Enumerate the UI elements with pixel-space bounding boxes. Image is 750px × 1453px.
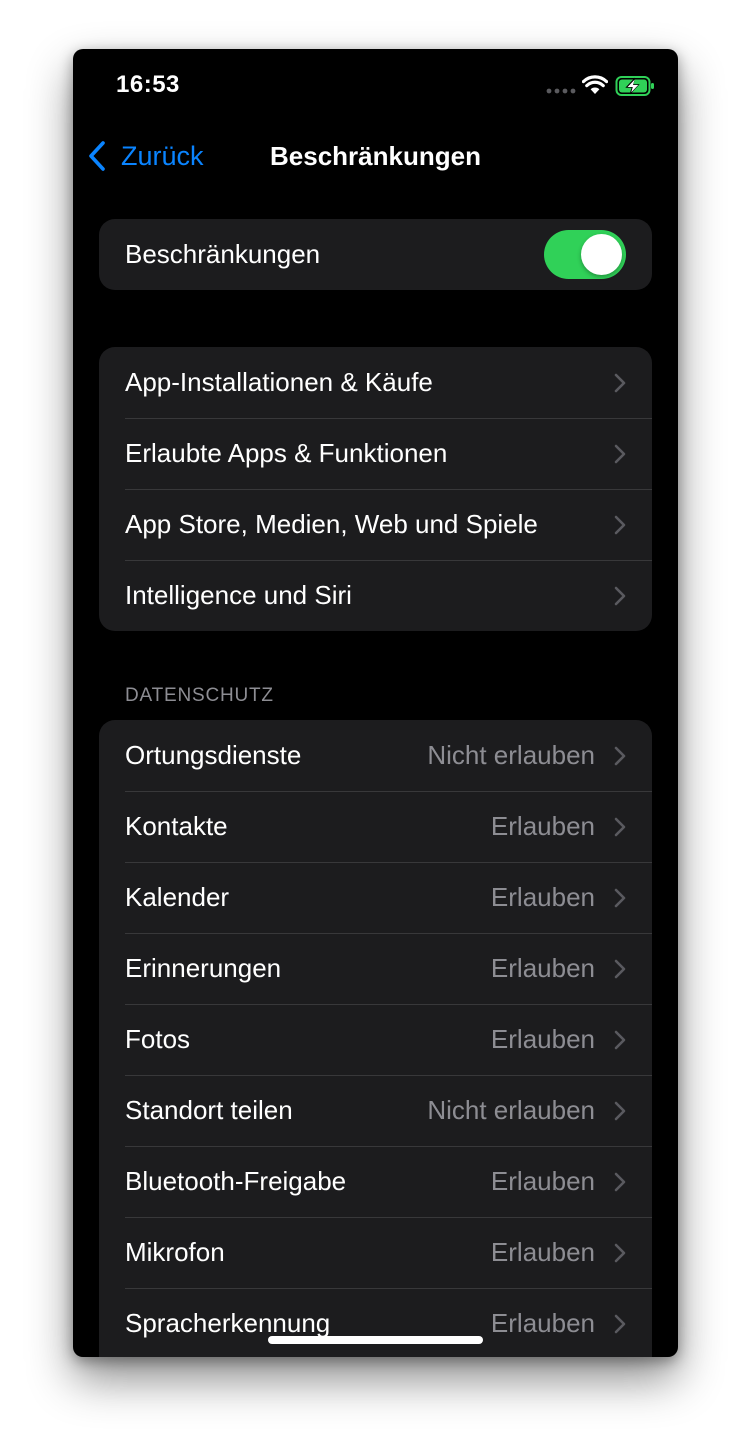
privacy-item-microphone[interactable]: Mikrofon Erlauben xyxy=(99,1217,652,1288)
battery-charging-icon xyxy=(615,76,654,96)
chevron-right-icon xyxy=(614,586,626,605)
chevron-right-icon xyxy=(614,1314,626,1333)
section-header-privacy: DATENSCHUTZ xyxy=(125,685,274,706)
settings-item-label: App-Installationen & Käufe xyxy=(125,367,433,397)
chevron-right-icon xyxy=(614,444,626,463)
privacy-item-label: Kontakte xyxy=(125,811,228,841)
chevron-right-icon xyxy=(614,1243,626,1262)
page-title: Beschränkungen xyxy=(270,141,481,171)
restrictions-toggle[interactable] xyxy=(544,230,626,279)
privacy-item-label: Ortungsdienste xyxy=(125,740,302,770)
privacy-item-location-services[interactable]: Ortungsdienste Nicht erlauben xyxy=(99,720,652,791)
settings-item-app-installations[interactable]: App-Installationen & Käufe xyxy=(99,347,652,418)
chevron-right-icon xyxy=(614,515,626,534)
chevron-right-icon xyxy=(614,1172,626,1191)
privacy-group: Ortungsdienste Nicht erlauben Kontakte E… xyxy=(99,720,652,1357)
privacy-item-speech-recognition[interactable]: Spracherkennung Erlauben xyxy=(99,1288,652,1357)
privacy-item-value: Erlauben xyxy=(490,1308,595,1338)
back-label: Zurück xyxy=(121,140,204,171)
back-button[interactable]: Zurück xyxy=(87,138,204,174)
privacy-item-label: Erinnerungen xyxy=(125,953,282,983)
phone-screen: 16:53 Zurück Beschränkungen Beschränkung… xyxy=(73,49,678,1357)
privacy-item-photos[interactable]: Fotos Erlauben xyxy=(99,1004,652,1075)
privacy-item-value: Erlauben xyxy=(490,953,595,983)
privacy-item-label: Spracherkennung xyxy=(125,1308,331,1338)
settings-item-label: App Store, Medien, Web und Spiele xyxy=(125,509,538,539)
privacy-item-contacts[interactable]: Kontakte Erlauben xyxy=(99,791,652,862)
chevron-right-icon xyxy=(614,1101,626,1120)
chevron-right-icon xyxy=(614,373,626,392)
privacy-item-reminders[interactable]: Erinnerungen Erlauben xyxy=(99,933,652,1004)
settings-item-intelligence-siri[interactable]: Intelligence und Siri xyxy=(99,560,652,631)
toggle-knob xyxy=(581,234,622,275)
settings-item-app-store-media[interactable]: App Store, Medien, Web und Spiele xyxy=(99,489,652,560)
chevron-right-icon xyxy=(614,888,626,907)
navigation-bar: Zurück Beschränkungen xyxy=(73,129,678,183)
privacy-item-value: Erlauben xyxy=(490,882,595,912)
restrictions-toggle-row: Beschränkungen xyxy=(99,219,652,290)
status-time: 16:53 xyxy=(116,71,180,98)
privacy-item-value: Erlauben xyxy=(490,811,595,841)
settings-item-label: Intelligence und Siri xyxy=(125,580,352,610)
privacy-item-label: Kalender xyxy=(125,882,230,912)
wifi-icon xyxy=(582,75,608,94)
privacy-item-value: Erlauben xyxy=(490,1166,595,1196)
privacy-item-value: Nicht erlauben xyxy=(427,740,595,770)
privacy-item-label: Standort teilen xyxy=(125,1095,293,1125)
settings-item-allowed-apps[interactable]: Erlaubte Apps & Funktionen xyxy=(99,418,652,489)
privacy-item-calendar[interactable]: Kalender Erlauben xyxy=(99,862,652,933)
privacy-item-value: Erlauben xyxy=(490,1237,595,1267)
privacy-item-value: Erlauben xyxy=(490,1024,595,1054)
home-indicator[interactable] xyxy=(268,1336,483,1344)
chevron-left-icon xyxy=(89,141,105,171)
chevron-right-icon xyxy=(614,817,626,836)
status-bar: 16:53 xyxy=(73,49,678,129)
privacy-item-label: Mikrofon xyxy=(125,1237,225,1267)
restrictions-toggle-group: Beschränkungen xyxy=(99,219,652,290)
settings-group: App-Installationen & Käufe Erlaubte Apps… xyxy=(99,347,652,631)
chevron-right-icon xyxy=(614,1030,626,1049)
privacy-item-share-location[interactable]: Standort teilen Nicht erlauben xyxy=(99,1075,652,1146)
chevron-right-icon xyxy=(614,746,626,765)
privacy-item-bluetooth[interactable]: Bluetooth-Freigabe Erlauben xyxy=(99,1146,652,1217)
restrictions-toggle-label: Beschränkungen xyxy=(125,239,321,269)
signal-dots-icon xyxy=(546,88,576,94)
chevron-right-icon xyxy=(614,959,626,978)
settings-item-label: Erlaubte Apps & Funktionen xyxy=(125,438,448,468)
privacy-item-label: Bluetooth-Freigabe xyxy=(125,1166,347,1196)
privacy-item-label: Fotos xyxy=(125,1024,191,1054)
privacy-item-value: Nicht erlauben xyxy=(427,1095,595,1125)
